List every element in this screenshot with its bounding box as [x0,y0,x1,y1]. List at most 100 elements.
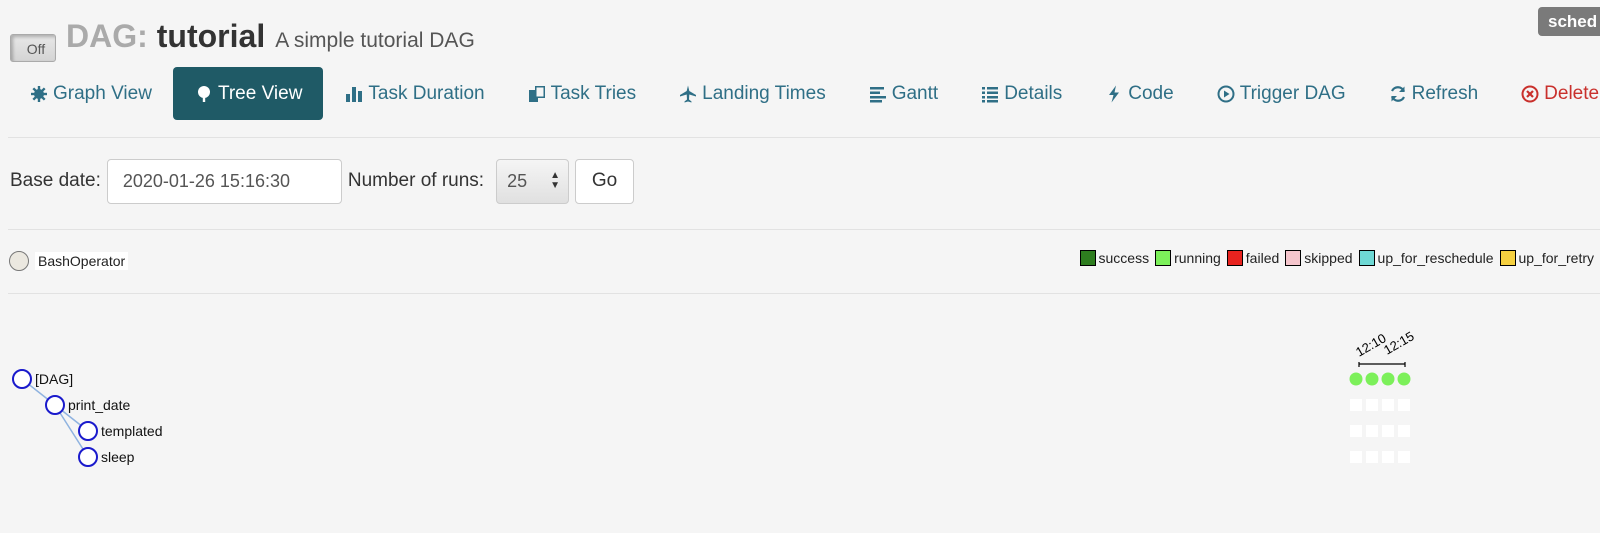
task-instance-square[interactable] [1366,425,1378,437]
node-circle [12,369,32,389]
tab-label: Delete [1544,82,1600,104]
tab-label: Landing Times [702,82,826,104]
tab-label: Details [1004,82,1063,104]
dag-description: A simple tutorial DAG [275,29,475,52]
legend-up-for-retry: up_for_retry [1499,250,1594,266]
task-instance-grid [1350,399,1410,463]
state-legend: success running failed skipped up_for_re… [1074,250,1594,266]
task-instance-square[interactable] [1398,425,1410,437]
legend-success: success [1079,250,1150,266]
tree-node-sleep[interactable]: sleep [78,447,135,467]
dag-nav-tabs: Graph View Tree View Task Duration Task … [10,67,1600,120]
num-runs-select[interactable]: 25 ▲ ▼ [496,158,570,204]
select-arrows-icon: ▲ ▼ [550,169,561,191]
state-swatch [1226,250,1243,266]
tab-details[interactable]: Details [959,67,1083,120]
tab-tree-view[interactable]: Tree View [172,67,324,120]
time-tick-label: 12:15 [1381,328,1417,357]
state-swatch [1285,250,1302,266]
dag-header: Off DAG: tutorial A simple tutorial DAG [10,18,475,62]
legend-label: up_for_retry [1518,250,1594,266]
legend-up-for-reschedule: up_for_reschedule [1358,250,1494,266]
tree-node-templated[interactable]: templated [78,421,162,441]
legend-label: skipped [1304,250,1353,266]
legend-label: failed [1245,250,1280,266]
task-instance-square[interactable] [1350,451,1362,463]
task-instance-square[interactable] [1398,451,1410,463]
list-icon [980,84,1000,104]
task-tree-chart: [DAG] print_date templated sleep 12:10 1… [12,328,1417,467]
divider [8,137,1600,138]
task-instance-square[interactable] [1350,425,1362,437]
dag-run-circle[interactable] [1349,372,1363,386]
num-runs-value: 25 [507,170,528,191]
dag-run-circle[interactable] [1365,372,1379,386]
tab-label: Task Duration [368,82,485,104]
legend-label: running [1174,250,1221,266]
task-instance-square[interactable] [1366,451,1378,463]
dag-run-circle[interactable] [1397,372,1411,386]
task-instance-square[interactable] [1382,425,1394,437]
scheduler-badge: sched [1538,7,1600,36]
toggle-label: Off [26,41,46,57]
task-instance-square[interactable] [1398,399,1410,411]
legend-skipped: skipped [1285,250,1353,266]
tab-graph-view[interactable]: Graph View [10,67,173,120]
node-circle [45,395,65,415]
flash-icon [1104,84,1124,104]
dag-run-circles [1349,372,1411,386]
tab-refresh[interactable]: Refresh [1367,67,1500,120]
tab-label: Task Tries [550,82,637,104]
node-label: [DAG] [35,371,73,387]
legend-failed: failed [1226,250,1280,266]
dag-prefix: DAG: [66,18,148,54]
tree-links [21,378,89,458]
divider [8,229,1600,230]
dag-run-circle[interactable] [1381,372,1395,386]
time-axis: 12:10 12:15 [1353,328,1417,367]
legend-label: success [1098,250,1150,266]
tree-node-dag[interactable]: [DAG] [12,369,73,389]
go-button[interactable]: Go [575,158,635,204]
node-label: templated [101,423,162,439]
node-label: sleep [101,449,135,465]
tab-label: Refresh [1411,82,1479,104]
task-instance-square[interactable] [1382,399,1394,411]
duplicate-icon [527,84,547,104]
task-instance-square[interactable] [1382,451,1394,463]
num-runs-label: Number of runs: [347,170,485,191]
node-circle [78,447,98,467]
tab-task-tries[interactable]: Task Tries [506,67,658,120]
dag-pause-toggle[interactable]: Off [10,34,56,62]
plane-icon [678,84,698,104]
remove-circle-icon [1520,84,1540,104]
legend-label: up_for_reschedule [1377,250,1494,266]
tree-icon [194,84,214,104]
state-swatch [1499,250,1516,266]
tree-view-form: Base date: 2020-01-26 15:16:30 Number of… [10,158,635,204]
task-instance-square[interactable] [1366,399,1378,411]
state-swatch [1079,250,1096,266]
tab-label: Graph View [53,82,152,104]
tree-node-print-date[interactable]: print_date [45,395,130,415]
tab-label: Code [1128,82,1174,104]
task-instance-square[interactable] [1350,399,1362,411]
divider [8,293,1600,294]
state-swatch [1155,250,1172,266]
tab-label: Tree View [217,82,303,104]
base-date-input[interactable]: 2020-01-26 15:16:30 [106,158,342,204]
tab-code[interactable]: Code [1083,67,1194,120]
refresh-icon [1388,84,1408,104]
base-date-label: Base date: [10,170,101,191]
tab-task-duration[interactable]: Task Duration [323,67,505,120]
tab-delete[interactable]: Delete [1499,67,1600,120]
tab-trigger-dag[interactable]: Trigger DAG [1195,67,1367,120]
tab-gantt[interactable]: Gantt [847,67,959,120]
bar-chart-icon [344,84,364,104]
tab-label: Gantt [891,82,939,104]
node-label: print_date [68,397,130,413]
operator-color-swatch [9,251,29,271]
tab-landing-times[interactable]: Landing Times [657,67,847,120]
time-axis-bracket [1358,362,1406,367]
dag-title: tutorial [156,18,266,54]
